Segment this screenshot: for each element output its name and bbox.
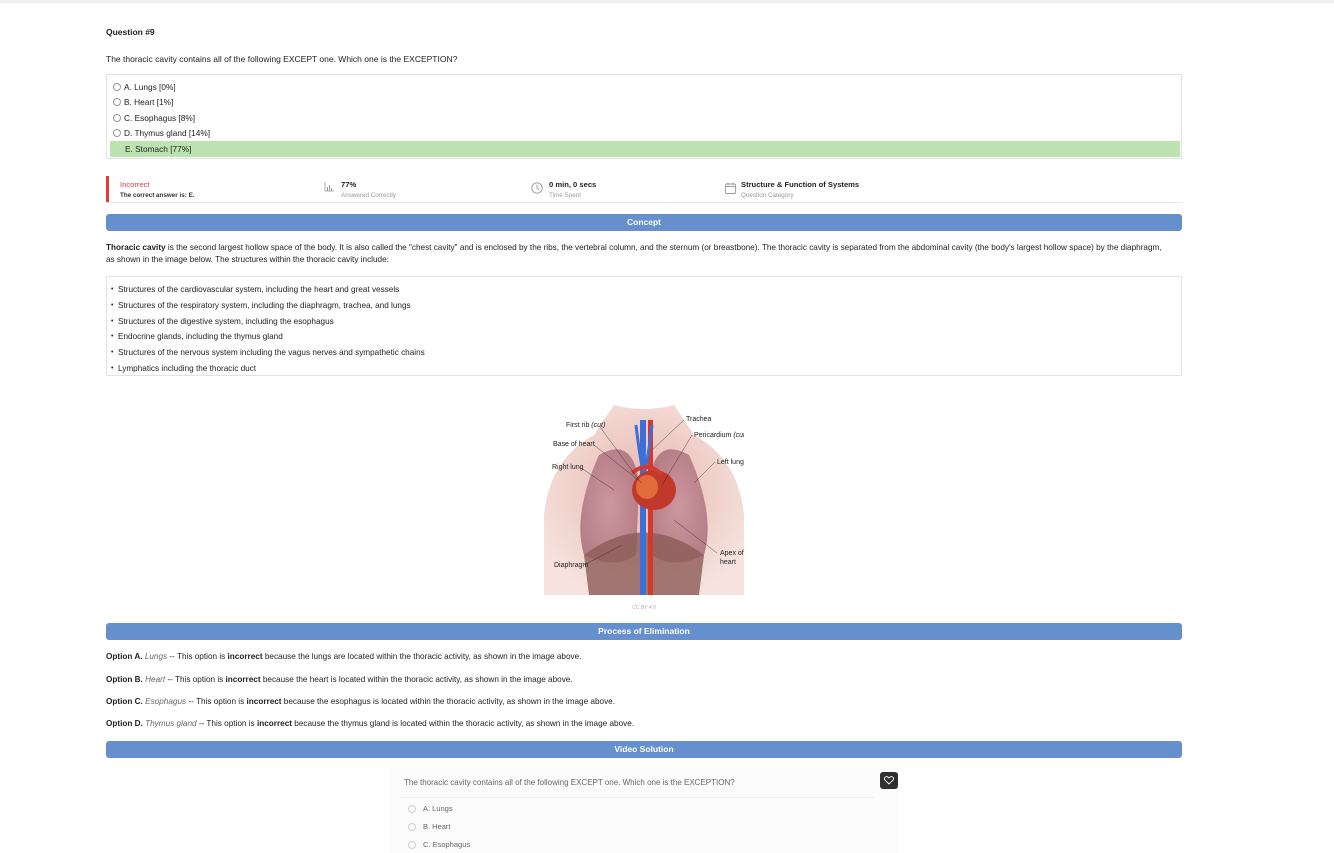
radio-icon[interactable] xyxy=(113,113,121,122)
label-first-rib: First rib (cut) xyxy=(566,422,605,429)
time-value: 0 min, 0 secs xyxy=(549,180,597,189)
favorite-button[interactable] xyxy=(880,772,898,789)
image-credit: CC BY 4.0 xyxy=(632,605,656,611)
option-label: B. Heart [1%] xyxy=(124,97,174,108)
radio-icon[interactable] xyxy=(113,82,121,91)
concept-intro: Thoracic cavity is the second largest ho… xyxy=(106,242,1166,266)
radio-icon[interactable] xyxy=(113,129,121,138)
concept-header: Concept xyxy=(106,214,1182,231)
label-left-lung: Left lung xyxy=(717,459,744,466)
time-spent: 0 min, 0 secs Time Spent xyxy=(531,176,596,202)
video-option-c[interactable]: C. Esophagus xyxy=(408,840,470,849)
label-diaphragm: Diaphragm xyxy=(554,562,588,569)
option-explanation-b: Option B. Heart -- This option is incorr… xyxy=(106,675,573,684)
concept-description: is the second largest hollow space of th… xyxy=(106,243,1162,264)
option-a[interactable]: A. Lungs [0%] xyxy=(109,79,1179,95)
option-e-correct[interactable]: E. Stomach [77%] xyxy=(110,141,1180,157)
label-base-of-heart: Base of heart xyxy=(553,441,595,448)
option-explanation-d: Option D. Thymus gland -- This option is… xyxy=(106,719,635,728)
video-question-text: The thoracic cavity contains all of the … xyxy=(404,778,735,787)
list-item: • Structures of the digestive system, inc… xyxy=(111,316,334,326)
elimination-header: Process of Elimination xyxy=(106,623,1182,640)
label-apex-of-heart-1: Apex of xyxy=(720,550,744,557)
category-label: Question Category xyxy=(741,192,794,199)
concept-term: Thoracic cavity xyxy=(106,243,166,252)
category-value: Structure & Function of Systems xyxy=(741,180,860,189)
option-label: C. Esophagus [8%] xyxy=(124,112,196,123)
calendar-icon xyxy=(725,182,736,194)
divider xyxy=(400,797,874,798)
video-option-b[interactable]: B. Heart xyxy=(408,822,451,831)
percent-correct: 77% Answered Correctly xyxy=(324,176,396,202)
list-item: • Endocrine glands, including the thymus … xyxy=(111,332,283,342)
correct-answer-text: The correct answer is: E. xyxy=(120,192,195,199)
label-right-lung: Right lung xyxy=(552,464,584,471)
radio-icon[interactable] xyxy=(408,822,416,831)
bar-chart-icon xyxy=(324,182,334,192)
option-b[interactable]: B. Heart [1%] xyxy=(109,95,1179,111)
result-status: Incorrect The correct answer is: E. xyxy=(106,176,195,202)
radio-icon[interactable] xyxy=(113,98,121,107)
option-label: A. Lungs [0%] xyxy=(124,81,176,92)
list-item: • Structures of the nervous system includ… xyxy=(111,348,425,358)
list-item: • Lymphatics including the thoracic duct xyxy=(111,363,257,373)
structures-list: • Structures of the cardiovascular system… xyxy=(106,276,1182,376)
percent-label: Answered Correctly xyxy=(341,192,396,199)
question-text: The thoracic cavity contains all of the … xyxy=(106,54,458,64)
time-label: Time Spent xyxy=(549,192,581,199)
option-c[interactable]: C. Esophagus [8%] xyxy=(109,110,1179,126)
option-explanation-c: Option C. Esophagus -- This option is in… xyxy=(106,697,615,706)
option-label: D. Thymus gland [14%] xyxy=(124,128,211,139)
result-value: Incorrect xyxy=(120,180,150,189)
label-apex-of-heart-2: heart xyxy=(720,559,736,566)
label-pericardium: Pericardium (cut) xyxy=(694,432,744,439)
option-d[interactable]: D. Thymus gland [14%] xyxy=(109,126,1179,142)
question-title: Question #9 xyxy=(106,27,155,37)
clock-icon xyxy=(531,182,543,194)
heart-icon xyxy=(884,776,894,785)
video-option-a[interactable]: A. Lungs xyxy=(408,804,453,813)
question-category: Structure & Function of Systems Question… xyxy=(725,176,859,202)
top-bar xyxy=(0,0,1334,3)
answer-options: A. Lungs [0%] B. Heart [1%] C. Esophagus… xyxy=(106,74,1182,159)
option-label: E. Stomach [77%] xyxy=(125,143,192,154)
list-item: • Structures of the cardiovascular system… xyxy=(111,285,400,295)
video-solution-header: Video Solution xyxy=(106,741,1182,758)
video-solution-player[interactable]: The thoracic cavity contains all of the … xyxy=(390,768,898,853)
result-stats: Incorrect The correct answer is: E. 77% … xyxy=(106,176,1182,203)
label-trachea: Trachea xyxy=(686,416,712,423)
radio-icon[interactable] xyxy=(408,804,416,813)
percent-value: 77% xyxy=(341,180,357,189)
option-explanation-a: Option A. Lungs -- This option is incorr… xyxy=(106,652,582,661)
thoracic-cavity-figure: First rib (cut) Trachea Pericardium (cut… xyxy=(544,405,744,595)
list-item: • Structures of the respiratory system, i… xyxy=(111,301,411,311)
radio-icon[interactable] xyxy=(408,840,416,849)
